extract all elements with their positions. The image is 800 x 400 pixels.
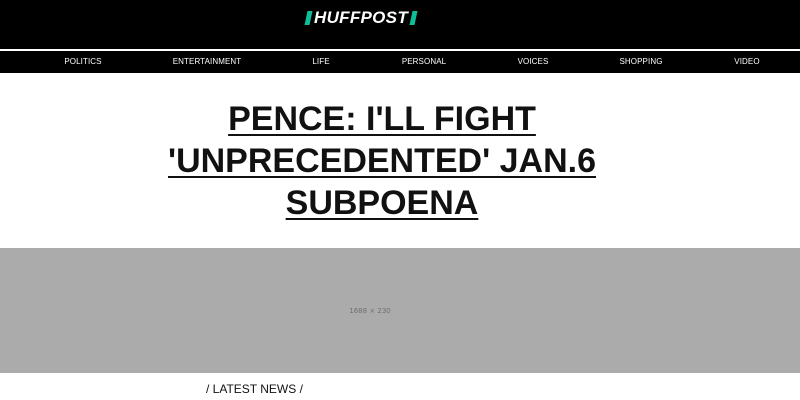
nav-item-shopping[interactable]: SHOPPING	[619, 51, 662, 73]
nav-item-video[interactable]: VIDEO	[734, 51, 759, 73]
latest-news-heading: / LATEST NEWS /	[206, 382, 303, 396]
huffpost-logo[interactable]: HUFFPOST	[304, 8, 418, 27]
nav-item-personal[interactable]: PERSONAL	[402, 51, 446, 73]
ad-size-label: 1688 × 230	[349, 306, 391, 315]
nav-item-politics[interactable]: POLITICS	[64, 51, 101, 73]
ad-placeholder[interactable]: 1688 × 230	[0, 248, 800, 373]
nav-item-voices[interactable]: VOICES	[518, 51, 549, 73]
section-nav: POLITICS ENTERTAINMENT LIFE PERSONAL VOI…	[0, 50, 800, 73]
masthead: HUFFPOST	[0, 0, 800, 49]
logo-wordmark: HUFFPOST	[314, 8, 409, 27]
article-headline[interactable]: PENCE: I'LL FIGHT 'UNPRECEDENTED' JAN.6 …	[100, 98, 664, 224]
nav-item-life[interactable]: LIFE	[312, 51, 329, 73]
nav-item-entertainment[interactable]: ENTERTAINMENT	[173, 51, 242, 73]
